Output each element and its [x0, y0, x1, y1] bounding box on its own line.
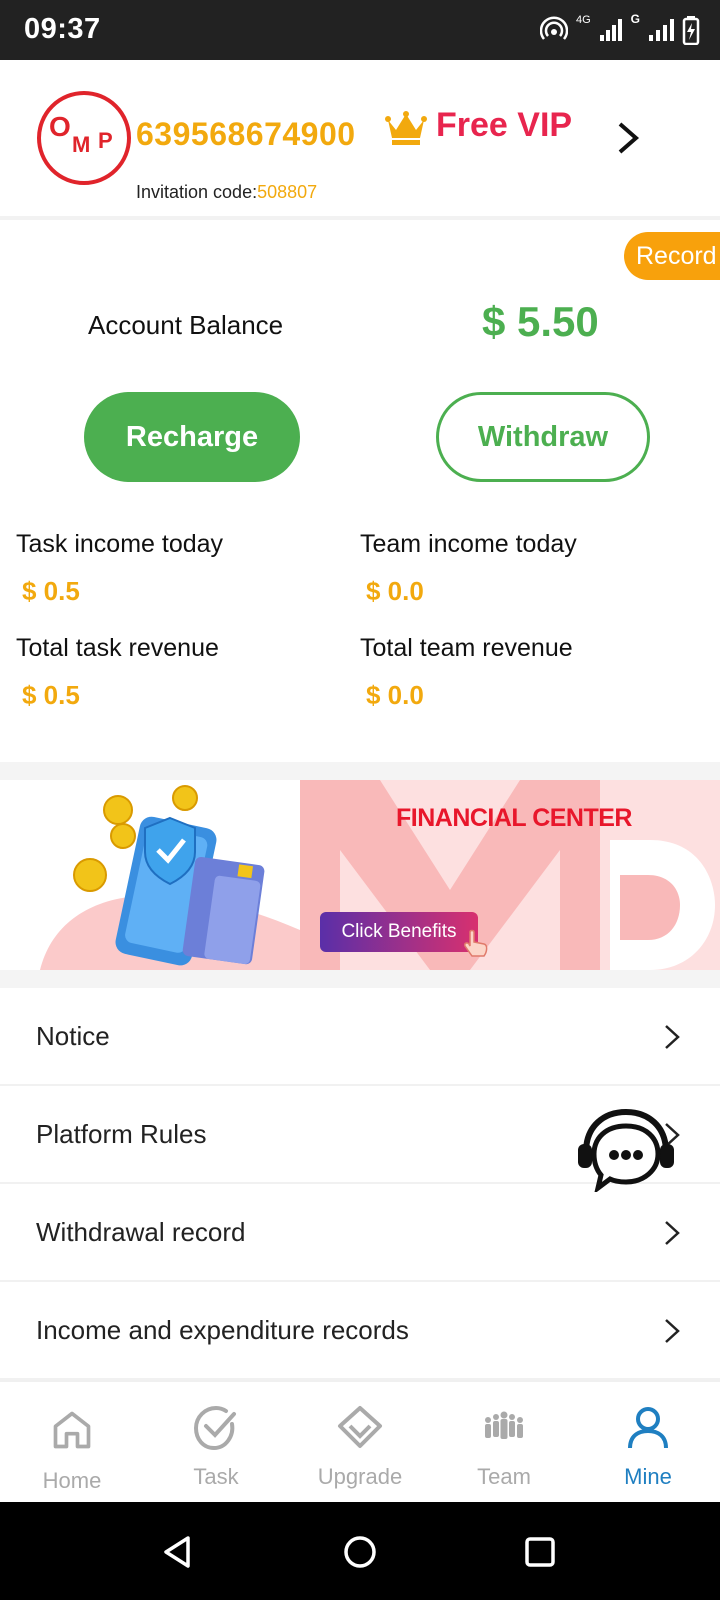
menu-item-label: Notice [36, 1021, 110, 1051]
financial-center-banner[interactable]: FINANCIAL CENTER Click Benefits [0, 780, 720, 970]
chevron-right-icon[interactable] [614, 118, 642, 158]
crown-icon [385, 111, 427, 145]
nav-task[interactable]: Task [144, 1382, 288, 1504]
nav-label: Upgrade [317, 1464, 403, 1489]
invitation-code-label: Invitation code: [136, 182, 258, 202]
balance-card: Record Account Balance $ 5.50 Recharge W… [0, 224, 720, 762]
network-type-label: 4G [575, 14, 591, 26]
stat-label-total-task-revenue: Total task revenue [16, 634, 219, 662]
balance-label: Account Balance [88, 310, 284, 340]
stat-value-task-income-today: $ 0.5 [22, 576, 80, 606]
status-bar: 09:37 4G G [0, 0, 720, 60]
check-circle-icon [193, 1405, 236, 1451]
customer-service-icon[interactable] [574, 1108, 674, 1192]
system-nav-bar [0, 1502, 720, 1600]
recents-icon[interactable] [524, 1536, 556, 1568]
nav-team[interactable]: Team [432, 1382, 576, 1504]
nav-label: Mine [624, 1464, 672, 1489]
stat-value-total-task-revenue: $ 0.5 [22, 680, 80, 710]
menu-item-withdrawal-record[interactable]: Withdrawal record [0, 1184, 720, 1282]
nav-home[interactable]: Home [0, 1382, 144, 1504]
menu-item-income-expenditure[interactable]: Income and expenditure records [0, 1282, 720, 1380]
balance-amount: $ 5.50 [482, 298, 599, 345]
menu-item-notice[interactable]: Notice [0, 988, 720, 1086]
menu-item-label: Income and expenditure records [36, 1315, 409, 1345]
invitation-code: Invitation code:508807 [136, 182, 317, 203]
stat-value-total-team-revenue: $ 0.0 [366, 680, 424, 710]
click-benefits-button[interactable]: Click Benefits [320, 912, 478, 952]
chevron-right-icon [665, 1221, 680, 1245]
svg-text:M: M [72, 132, 90, 157]
home-circle-icon[interactable] [342, 1534, 378, 1570]
nav-label: Team [477, 1464, 531, 1489]
stat-value-team-income-today: $ 0.0 [366, 576, 424, 606]
section-divider-2 [0, 970, 720, 988]
pointer-hand-icon [464, 929, 488, 957]
status-time: 09:37 [24, 13, 101, 45]
screen: 09:37 4G G O M P 639568674900 Free VIP I… [0, 0, 720, 1600]
battery-icon [682, 16, 700, 45]
recharge-button[interactable]: Recharge [84, 392, 300, 482]
svg-text:O: O [49, 111, 71, 142]
diamond-icon [338, 1406, 382, 1448]
account-phone: 639568674900 [136, 116, 356, 152]
stat-label-task-income-today: Task income today [16, 530, 224, 558]
profile-header[interactable]: O M P 639568674900 Free VIP Invitation c… [0, 60, 720, 220]
stat-label-team-income-today: Team income today [360, 530, 577, 558]
status-icons: 4G G [539, 12, 700, 48]
chevron-right-icon [665, 1025, 680, 1049]
nav-label: Task [193, 1464, 239, 1489]
user-icon [628, 1407, 668, 1449]
nav-label: Home [42, 1468, 102, 1493]
nav-mine[interactable]: Mine [576, 1382, 720, 1504]
section-divider [0, 762, 720, 780]
omp-logo: O M P [37, 91, 131, 185]
nav-upgrade[interactable]: Upgrade [288, 1382, 432, 1504]
svg-text:P: P [98, 128, 113, 153]
record-button[interactable]: Record [624, 232, 720, 280]
back-icon[interactable] [160, 1534, 194, 1570]
banner-title: FINANCIAL CENTER [396, 804, 632, 832]
bottom-nav: Home Task Upgrade Team Mine [0, 1380, 720, 1502]
menu-item-label: Withdrawal record [36, 1217, 246, 1247]
stat-label-total-team-revenue: Total team revenue [360, 634, 573, 662]
signal-icon [599, 19, 622, 41]
team-icon [485, 1411, 523, 1439]
withdraw-button[interactable]: Withdraw [436, 392, 650, 482]
menu-item-label: Platform Rules [36, 1119, 207, 1149]
signal-icon-2 [649, 19, 674, 41]
signal-type-label: G [630, 12, 640, 26]
home-icon [53, 1411, 91, 1449]
chevron-right-icon [665, 1319, 680, 1343]
vip-level: Free VIP [436, 106, 573, 144]
invitation-code-value: 508807 [257, 182, 318, 202]
hotspot-icon [539, 16, 568, 40]
